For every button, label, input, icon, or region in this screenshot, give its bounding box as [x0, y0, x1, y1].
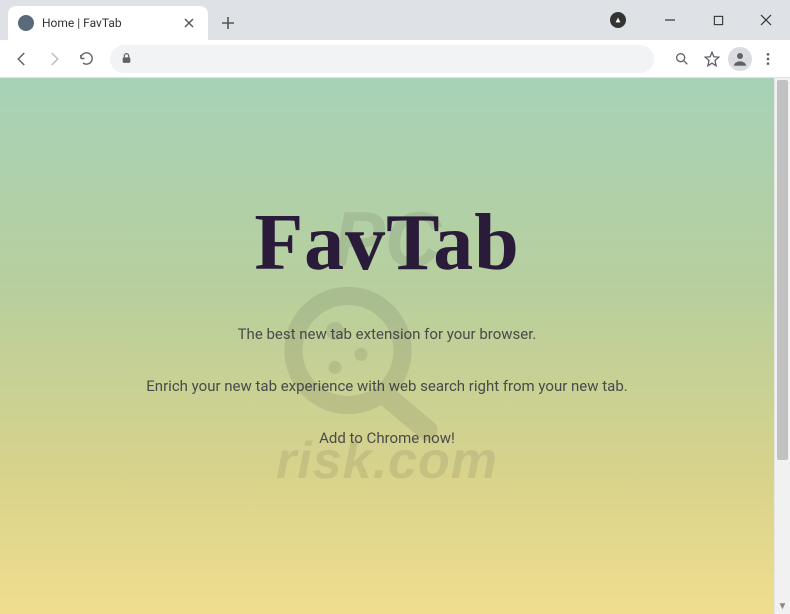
- reload-button[interactable]: [72, 45, 100, 73]
- scrollbar-thumb[interactable]: [777, 80, 788, 460]
- window-maximize-button[interactable]: [696, 6, 740, 34]
- page-content: PC risk.com FavTab The best new tab exte…: [0, 78, 774, 614]
- tab-title: Home | FavTab: [42, 16, 172, 30]
- bookmark-star-icon[interactable]: [698, 45, 726, 73]
- forward-button[interactable]: [40, 45, 68, 73]
- browser-tab-active[interactable]: Home | FavTab: [8, 6, 208, 40]
- back-button[interactable]: [8, 45, 36, 73]
- tab-close-icon[interactable]: [180, 18, 198, 28]
- watermark: PC risk.com: [0, 78, 774, 614]
- browser-toolbar: [0, 40, 790, 78]
- profile-avatar-icon[interactable]: [728, 47, 752, 71]
- browser-titlebar: Home | FavTab: [0, 0, 790, 40]
- zoom-icon[interactable]: [668, 45, 696, 73]
- address-bar[interactable]: [110, 45, 654, 73]
- page-subline: Enrich your new tab experience with web …: [146, 377, 627, 395]
- page-cta: Add to Chrome now!: [319, 429, 455, 447]
- lock-icon: [120, 52, 133, 65]
- toolbar-right: [668, 45, 782, 73]
- tab-favicon: [18, 15, 34, 31]
- browser-viewport: PC risk.com FavTab The best new tab exte…: [0, 78, 790, 614]
- window-close-button[interactable]: [744, 6, 788, 34]
- vertical-scrollbar[interactable]: ▲ ▼: [774, 78, 790, 614]
- scroll-down-icon[interactable]: ▼: [775, 598, 790, 614]
- new-tab-button[interactable]: [214, 9, 242, 37]
- window-minimize-button[interactable]: [648, 6, 692, 34]
- menu-button[interactable]: [754, 45, 782, 73]
- page-logo: FavTab: [254, 198, 519, 289]
- window-controls: [610, 0, 788, 40]
- incognito-badge-icon: [610, 12, 626, 28]
- page-tagline: The best new tab extension for your brow…: [238, 325, 537, 343]
